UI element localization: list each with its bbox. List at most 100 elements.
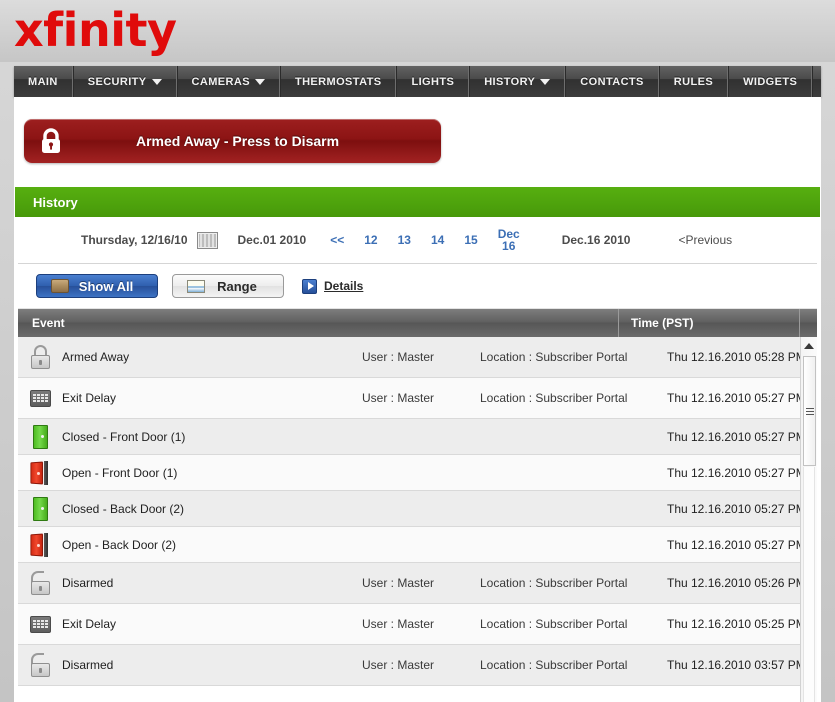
calendar-icon[interactable] bbox=[196, 231, 218, 249]
event-user: User : Master bbox=[362, 391, 435, 405]
arm-status-label: Armed Away - Press to Disarm bbox=[135, 133, 340, 149]
door-closed-icon bbox=[32, 496, 48, 521]
table-body: Armed Away User : Master Location : Subscr… bbox=[18, 337, 800, 702]
event-icon-cell bbox=[18, 532, 62, 557]
table-row[interactable]: Closed - Back Door (2) Thu 12.16.2010 05:… bbox=[18, 491, 800, 527]
lock-closed-icon bbox=[30, 345, 50, 369]
keypad-icon bbox=[29, 389, 51, 407]
event-time: Thu 12.16.2010 05:27 PM bbox=[667, 537, 800, 552]
event-name: Disarmed bbox=[62, 576, 114, 590]
page-title: History bbox=[33, 194, 78, 210]
event-location: Location : Subscriber Portal bbox=[480, 350, 628, 364]
table-row[interactable]: Disarmed User : Master Location : Subscrib… bbox=[18, 563, 800, 604]
event-time: Thu 12.16.2010 05:27 PM bbox=[667, 465, 800, 480]
range-label: Range bbox=[217, 278, 257, 294]
event-icon-cell bbox=[18, 571, 62, 595]
day-link-15[interactable]: 15 bbox=[464, 233, 477, 247]
lock-closed-icon bbox=[28, 121, 74, 161]
range-end-label: Dec.16 2010 bbox=[561, 233, 631, 247]
nav-item-label: SECURITY bbox=[87, 75, 147, 88]
previous-page-link[interactable]: <Previous bbox=[678, 233, 732, 247]
table-row[interactable]: Closed - Front Door (1) Thu 12.16.2010 05… bbox=[18, 419, 800, 455]
event-user: User : Master bbox=[362, 658, 435, 672]
table-row[interactable]: Open - Back Door (2) Thu 12.16.2010 05:27… bbox=[18, 527, 800, 563]
nav-item-rules[interactable]: RULES bbox=[658, 66, 729, 97]
door-open-icon bbox=[30, 460, 50, 485]
event-time: Thu 12.16.2010 03:57 PM bbox=[667, 658, 800, 672]
nav-item-history[interactable]: HISTORY bbox=[469, 66, 566, 97]
event-location: Location : Subscriber Portal bbox=[480, 658, 628, 672]
nav-item-widgets[interactable]: WIDGETS bbox=[728, 66, 813, 97]
table-row[interactable]: Open - Front Door (1) Thu 12.16.2010 05:2… bbox=[18, 455, 800, 491]
history-panel: History Thursday, 12/16/10 Dec.01 2010 <… bbox=[15, 187, 820, 702]
event-name: Open - Front Door (1) bbox=[62, 465, 178, 480]
event-icon-cell bbox=[18, 653, 62, 677]
selected-day-number: 16 bbox=[502, 239, 516, 253]
scrollbar-thumb[interactable] bbox=[803, 356, 816, 466]
nav-item-security[interactable]: SECURITY bbox=[72, 66, 177, 97]
table-header-row: Event Time (PST) bbox=[18, 309, 817, 337]
scrollbar-track[interactable] bbox=[803, 467, 815, 702]
event-time: Thu 12.16.2010 05:27 PM bbox=[667, 429, 800, 444]
show-all-label: Show All bbox=[78, 278, 134, 294]
event-user: User : Master bbox=[362, 350, 435, 364]
nav-item-label: HISTORY bbox=[484, 75, 536, 88]
table-row[interactable]: Exit Delay User : Master Location : Subscr… bbox=[18, 604, 800, 645]
history-table: Event Time (PST) Armed Away User : Master… bbox=[18, 309, 817, 702]
event-user: User : Master bbox=[362, 576, 435, 590]
event-name: Open - Back Door (2) bbox=[62, 537, 177, 552]
table-row[interactable]: Disarmed User : Master Location : Subscrib… bbox=[18, 645, 800, 686]
event-icon-cell bbox=[18, 460, 62, 485]
page-header: xfinity bbox=[0, 0, 835, 62]
nav-item-lights[interactable]: LIGHTS bbox=[396, 66, 470, 97]
event-name: Closed - Front Door (1) bbox=[62, 429, 186, 444]
event-icon-cell bbox=[18, 424, 62, 449]
event-location: Location : Subscriber Portal bbox=[480, 576, 628, 590]
nav-item-cameras[interactable]: CAMERAS bbox=[176, 66, 280, 97]
play-icon bbox=[302, 278, 317, 294]
day-link-12[interactable]: 12 bbox=[364, 233, 377, 247]
table-row[interactable]: Exit Delay User : Master Location : Subscr… bbox=[18, 378, 800, 419]
day-link-13[interactable]: 13 bbox=[398, 233, 411, 247]
nav-item-main[interactable]: MAIN bbox=[14, 66, 73, 97]
panel-title-bar: History bbox=[15, 187, 820, 217]
keypad-icon bbox=[29, 615, 51, 633]
nav-item-thermostats[interactable]: THERMOSTATS bbox=[279, 66, 397, 97]
nav-item-label: CONTACTS bbox=[580, 75, 644, 88]
door-closed-icon bbox=[32, 424, 48, 449]
arm-status-banner[interactable]: Armed Away - Press to Disarm bbox=[24, 119, 441, 163]
archive-box-icon bbox=[51, 279, 69, 293]
prev-arrows-button[interactable]: << bbox=[330, 233, 344, 247]
show-all-button[interactable]: Show All bbox=[36, 274, 158, 298]
table-scrollbar[interactable] bbox=[800, 337, 817, 702]
main-navigation: MAIN SECURITY CAMERAS THERMOSTATS LIGHTS HIST… bbox=[14, 66, 821, 97]
chevron-down-icon bbox=[540, 78, 551, 85]
column-header-spacer bbox=[800, 309, 817, 337]
lock-open-icon bbox=[30, 653, 50, 677]
nav-item-label: WIDGETS bbox=[743, 75, 798, 88]
nav-item-label: CAMERAS bbox=[191, 75, 250, 88]
range-button[interactable]: Range bbox=[172, 274, 284, 298]
event-icon-cell bbox=[18, 496, 62, 521]
current-date-label: Thursday, 12/16/10 bbox=[81, 233, 188, 247]
chevron-down-icon bbox=[254, 78, 265, 85]
event-name: Disarmed bbox=[62, 658, 114, 672]
chevron-down-icon bbox=[151, 78, 162, 85]
nav-item-contacts[interactable]: CONTACTS bbox=[565, 66, 659, 97]
table-row[interactable]: Armed Away User : Master Location : Subscr… bbox=[18, 337, 800, 378]
column-header-event: Event bbox=[18, 309, 619, 337]
day-link-14[interactable]: 14 bbox=[431, 233, 444, 247]
event-icon-cell bbox=[18, 345, 62, 369]
nav-filler bbox=[812, 66, 821, 97]
nav-item-label: MAIN bbox=[28, 75, 58, 88]
event-name: Armed Away bbox=[62, 350, 130, 364]
column-header-time: Time (PST) bbox=[619, 309, 800, 337]
details-link[interactable]: Details bbox=[302, 278, 363, 294]
page-root: xfinity MAIN SECURITY CAMERAS THERMOSTATS LI… bbox=[0, 0, 835, 702]
day-link-selected[interactable]: Dec 16 bbox=[498, 228, 520, 252]
event-time: Thu 12.16.2010 05:25 PM bbox=[667, 617, 800, 631]
content-area: Armed Away - Press to Disarm History Thu… bbox=[14, 97, 821, 702]
nav-item-label: THERMOSTATS bbox=[294, 75, 382, 88]
scroll-up-arrow-icon[interactable] bbox=[801, 337, 817, 354]
history-toolbar: Show All Range Details bbox=[18, 264, 817, 309]
